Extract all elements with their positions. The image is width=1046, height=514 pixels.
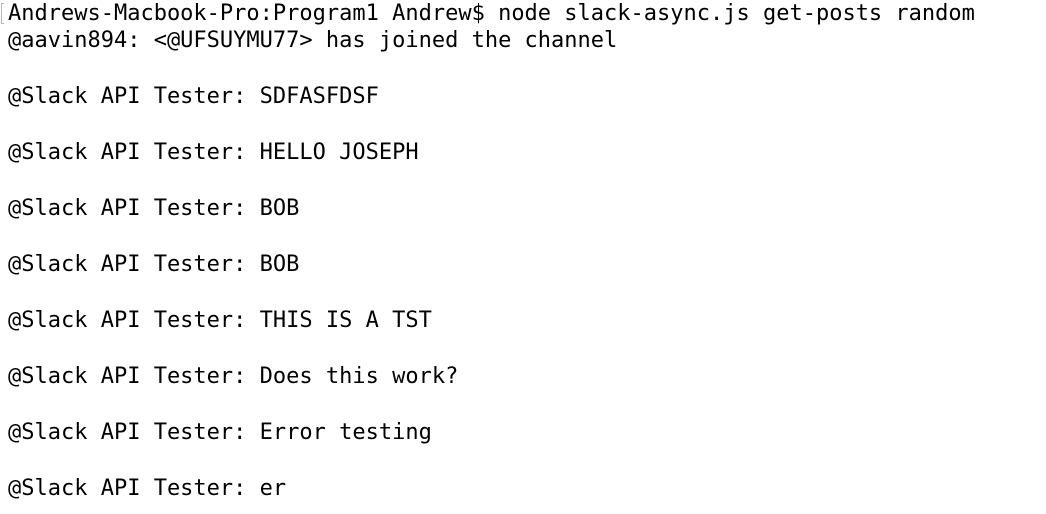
join-message-line: @aavin894: <@UFSUYMU77> has joined the c…	[8, 28, 618, 53]
output-message-line: @Slack API Tester: er	[8, 476, 287, 501]
output-message-line: @Slack API Tester: BOB	[8, 252, 300, 277]
command-prompt-line: Andrews-Macbook-Pro:Program1 Andrew$ nod…	[8, 1, 975, 26]
output-message-line: @Slack API Tester: THIS IS A TST	[8, 308, 432, 333]
command-mark-icon	[1, 3, 4, 24]
output-message-line: @Slack API Tester: BOB	[8, 196, 300, 221]
output-message-line: @Slack API Tester: SDFASFDSF	[8, 84, 379, 109]
terminal-window[interactable]: Andrews-Macbook-Pro:Program1 Andrew$ nod…	[0, 0, 1046, 514]
output-message-line: @Slack API Tester: Error testing	[8, 420, 432, 445]
output-message-line: @Slack API Tester: HELLO JOSEPH	[8, 140, 419, 165]
output-message-line: @Slack API Tester: Does this work?	[8, 364, 459, 389]
